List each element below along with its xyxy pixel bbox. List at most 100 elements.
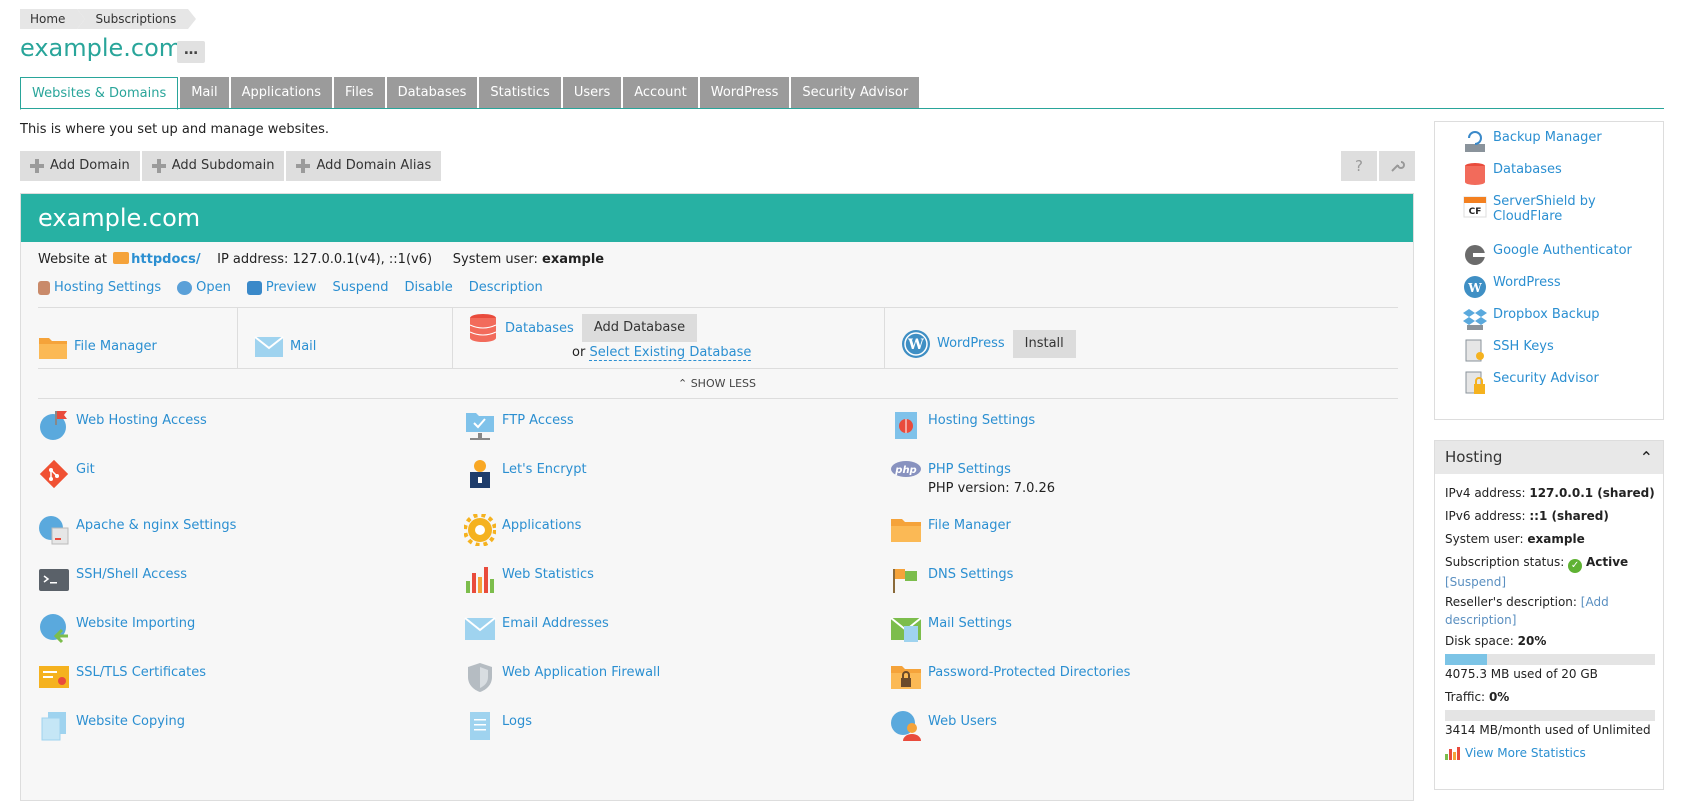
password-protected-label: Password-Protected Directories xyxy=(928,665,1131,680)
add-subdomain-button[interactable]: Add Subdomain xyxy=(141,151,285,181)
status-row: Subscription status: ✓ Active [Suspend] xyxy=(1445,553,1655,591)
description-link[interactable]: Description xyxy=(469,280,543,295)
databases-label[interactable]: Databases xyxy=(505,321,574,336)
view-more-statistics-label: View More Statistics xyxy=(1465,746,1586,760)
hosting-panel-header[interactable]: Hosting ⌃ xyxy=(1435,441,1663,474)
breadcrumb-subscriptions[interactable]: Subscriptions xyxy=(77,9,197,29)
logs-tool[interactable]: Logs xyxy=(464,710,532,750)
more-actions-button[interactable]: … xyxy=(177,41,205,63)
database-icon xyxy=(469,314,497,342)
open-label: Open xyxy=(196,280,231,295)
tab-statistics[interactable]: Statistics xyxy=(479,77,561,108)
website-importing-tool[interactable]: Website Importing xyxy=(38,612,195,652)
lock-icon xyxy=(464,458,496,490)
globe-import-icon xyxy=(38,612,70,644)
tab-files[interactable]: Files xyxy=(334,77,385,108)
docroot-link[interactable]: httpdocs/ xyxy=(131,252,200,267)
apache-nginx-settings-tool[interactable]: Apache & nginx Settings xyxy=(38,514,236,554)
wrench-icon[interactable] xyxy=(1379,151,1415,181)
sidebar-item-backup-manager[interactable]: Backup Manager xyxy=(1463,130,1602,154)
hosting-settings-link[interactable]: Hosting Settings xyxy=(38,280,161,295)
website-copying-tool[interactable]: Website Copying xyxy=(38,710,185,750)
toolbar: Add Domain Add Subdomain Add Domain Alia… xyxy=(20,151,443,181)
wordpress-icon: W xyxy=(1463,275,1487,299)
chevron-up-icon[interactable]: ⌃ xyxy=(1640,441,1653,474)
tab-account[interactable]: Account xyxy=(623,77,698,108)
tab-mail[interactable]: Mail xyxy=(180,77,229,108)
dropbox-icon xyxy=(1463,307,1487,331)
password-protected-directories-tool[interactable]: Password-Protected Directories xyxy=(890,661,1130,701)
server-globe-icon xyxy=(38,514,70,546)
tab-applications[interactable]: Applications xyxy=(230,77,333,108)
file-manager-label[interactable]: File Manager xyxy=(74,339,157,354)
add-database-button[interactable]: Add Database xyxy=(581,314,698,342)
preview-link[interactable]: Preview xyxy=(246,280,317,295)
breadcrumb-home[interactable]: Home xyxy=(20,9,86,29)
sidebar-label: SSH Keys xyxy=(1493,339,1554,354)
suspend-link[interactable]: Suspend xyxy=(333,280,389,295)
dns-settings-tool[interactable]: DNS Settings xyxy=(890,563,1013,603)
email-addresses-tool[interactable]: Email Addresses xyxy=(464,612,609,652)
sidebar-item-security-advisor[interactable]: Security Advisor xyxy=(1463,371,1599,395)
mail-tile[interactable]: Mail xyxy=(254,316,316,377)
tab-databases[interactable]: Databases xyxy=(386,77,478,108)
web-hosting-access-tool[interactable]: Web Hosting Access xyxy=(38,409,207,449)
tab-websites-domains[interactable]: Websites & Domains xyxy=(20,77,179,110)
settings-document-icon xyxy=(890,409,922,441)
add-alias-label: Add Domain Alias xyxy=(316,158,432,173)
sidebar-item-servershield[interactable]: CF ServerShield by CloudFlare xyxy=(1463,194,1633,224)
ftp-access-label: FTP Access xyxy=(502,413,574,428)
file-manager-tile[interactable]: File Manager xyxy=(38,316,157,377)
domain-name-header[interactable]: example.com xyxy=(21,194,1413,242)
git-tool[interactable]: Git xyxy=(38,458,95,498)
database-icon xyxy=(1463,162,1487,186)
lets-encrypt-tool[interactable]: Let's Encrypt xyxy=(464,458,587,498)
tab-wordpress[interactable]: WordPress xyxy=(699,77,790,108)
suspend-link[interactable]: [Suspend] xyxy=(1445,575,1506,589)
disable-link[interactable]: Disable xyxy=(405,280,453,295)
web-users-tool[interactable]: Web Users xyxy=(890,710,997,750)
applications-tool[interactable]: Applications xyxy=(463,513,581,554)
domain-card: example.com Website at httpdocs/ IP addr… xyxy=(20,193,1414,801)
php-icon: php xyxy=(890,458,922,490)
wordpress-label[interactable]: WordPress xyxy=(937,336,1005,351)
web-application-firewall-tool[interactable]: Web Application Firewall xyxy=(464,661,660,701)
add-domain-button[interactable]: Add Domain xyxy=(20,151,140,181)
sidebar-item-google-authenticator[interactable]: Google Authenticator xyxy=(1463,243,1632,267)
gear-icon xyxy=(463,513,497,547)
install-wordpress-button[interactable]: Install xyxy=(1012,329,1076,358)
sidebar-item-databases[interactable]: Databases xyxy=(1463,162,1562,186)
bar-chart-icon xyxy=(1445,747,1460,760)
traffic-used-text: 3414 MB/month used of Unlimited xyxy=(1445,723,1651,737)
ssh-shell-access-tool[interactable]: SSH/Shell Access xyxy=(38,563,187,603)
view-more-statistics-link[interactable]: View More Statistics xyxy=(1445,744,1655,762)
preview-label: Preview xyxy=(265,280,317,295)
sidebar-item-dropbox-backup[interactable]: Dropbox Backup xyxy=(1463,307,1600,331)
domain-actions: Hosting Settings Open Preview Suspend Di… xyxy=(38,280,559,295)
sidebar-item-wordpress[interactable]: W WordPress xyxy=(1463,275,1561,299)
file-manager-label: File Manager xyxy=(928,518,1011,533)
web-statistics-tool[interactable]: Web Statistics xyxy=(464,563,594,603)
mail-label[interactable]: Mail xyxy=(290,339,316,354)
ip-label: IP address: xyxy=(217,252,289,267)
mail-settings-tool[interactable]: Mail Settings xyxy=(890,612,1012,652)
ftp-access-tool[interactable]: FTP Access xyxy=(464,409,574,449)
shield-icon xyxy=(464,661,496,693)
select-existing-database-link[interactable]: Select Existing Database xyxy=(589,345,752,361)
ip-value: 127.0.0.1(v4), ::1(v6) xyxy=(292,252,433,267)
show-less-toggle[interactable]: ⌃ SHOW LESS xyxy=(21,377,1413,390)
php-version: PHP version: 7.0.26 xyxy=(928,481,1056,496)
sidebar-item-ssh-keys[interactable]: SSH Keys xyxy=(1463,339,1554,363)
file-manager-tool[interactable]: File Manager xyxy=(890,514,1011,554)
sidebar-label: Dropbox Backup xyxy=(1493,307,1600,322)
open-link[interactable]: Open xyxy=(177,280,231,295)
php-settings-tool[interactable]: php PHP Settings PHP version: 7.0.26 xyxy=(890,458,1055,498)
tab-security-advisor[interactable]: Security Advisor xyxy=(791,77,920,108)
help-button[interactable]: ? xyxy=(1341,151,1377,181)
hosting-settings-tool[interactable]: Hosting Settings xyxy=(890,409,1035,449)
tab-users[interactable]: Users xyxy=(562,77,622,108)
ssl-tls-certificates-tool[interactable]: SSL/TLS Certificates xyxy=(38,661,206,701)
website-copying-label: Website Copying xyxy=(76,714,186,729)
ipv6-value: ::1 (shared) xyxy=(1529,509,1609,523)
add-domain-alias-button[interactable]: Add Domain Alias xyxy=(286,151,442,181)
